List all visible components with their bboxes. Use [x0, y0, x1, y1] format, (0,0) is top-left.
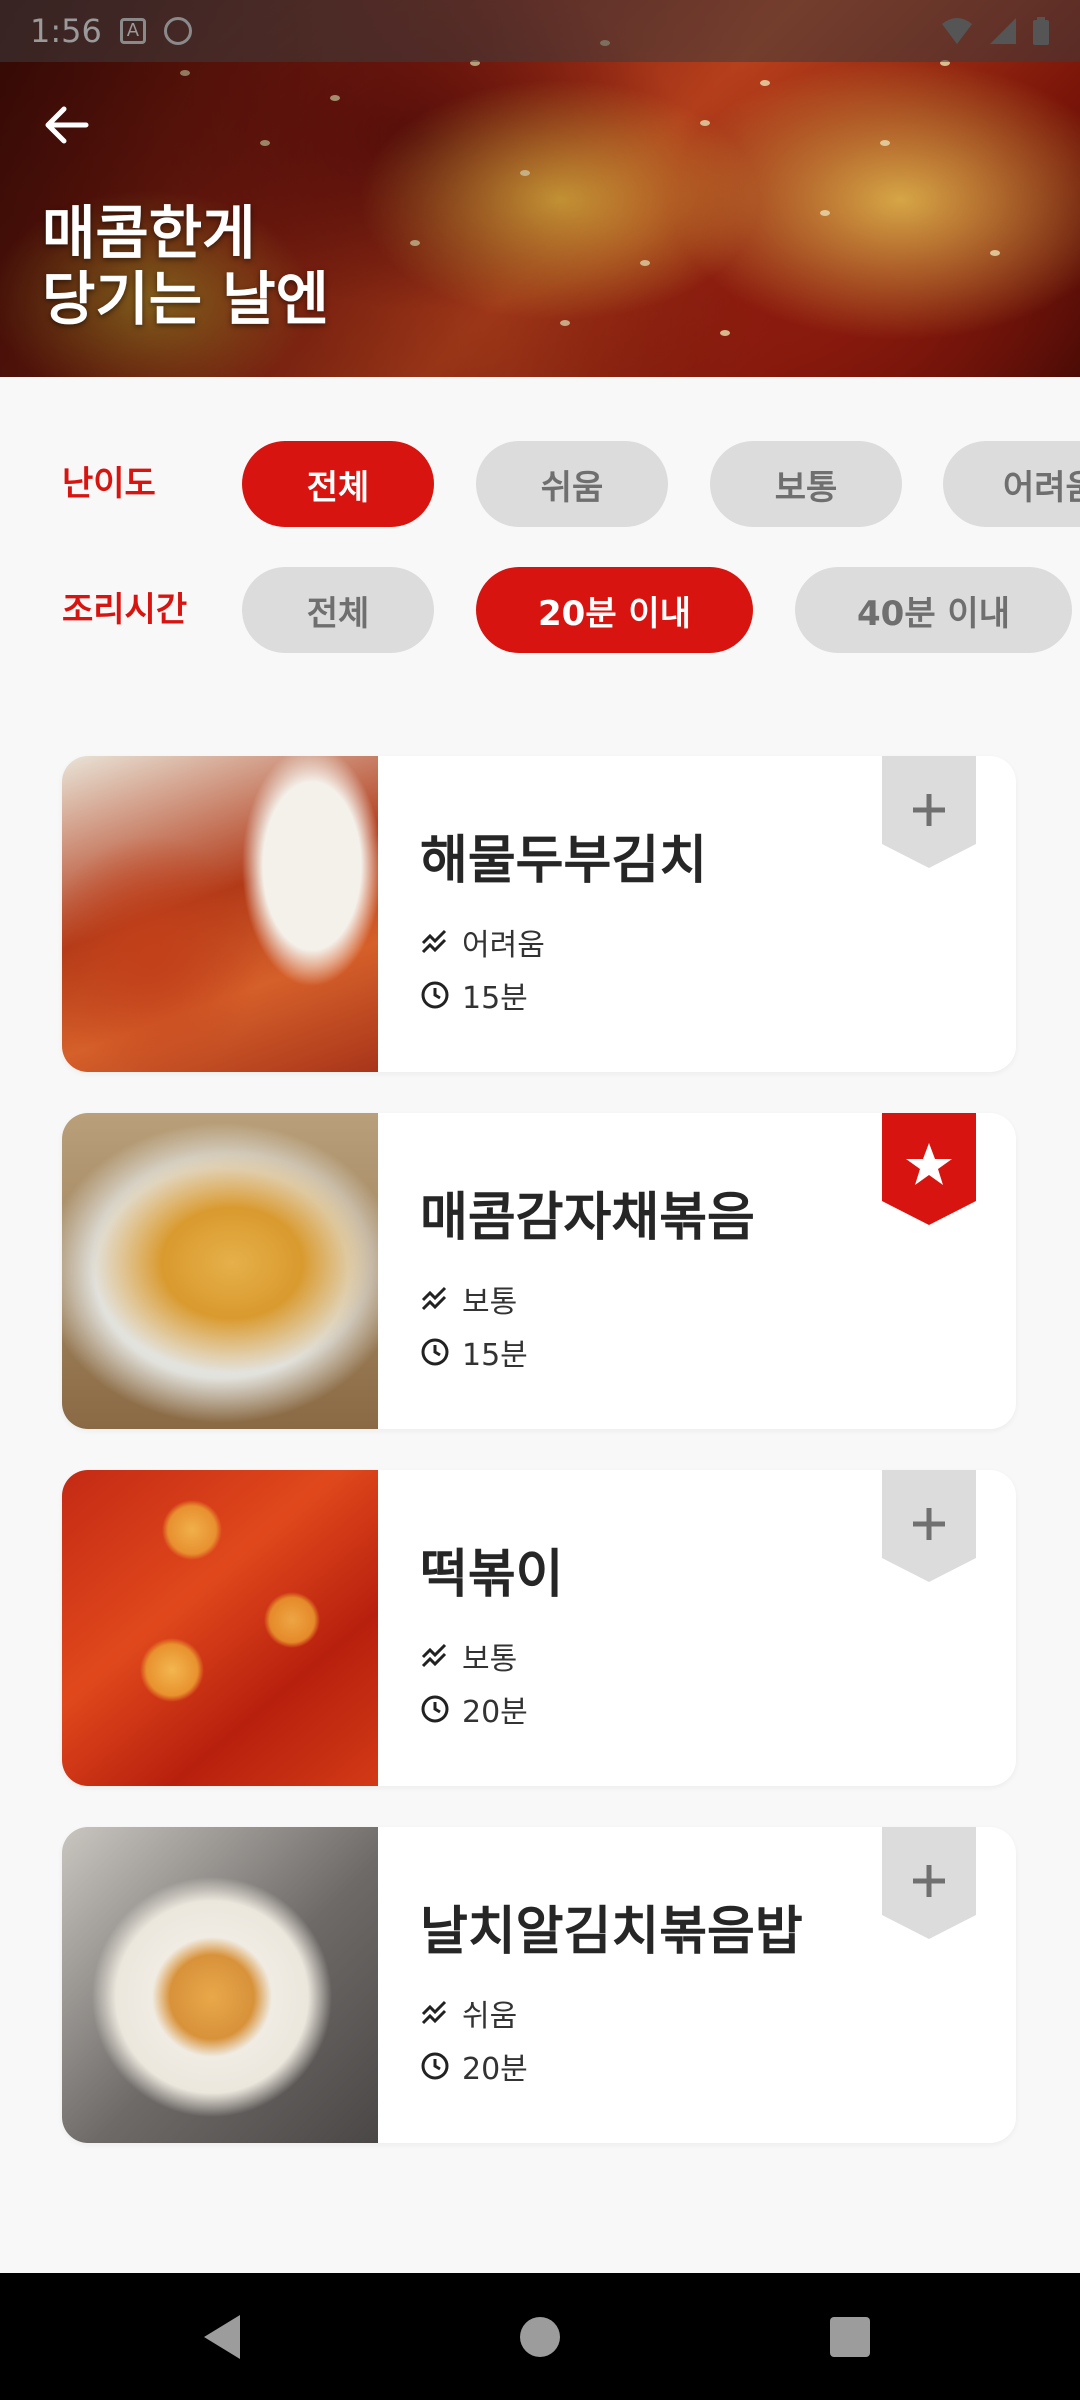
page-title-line2: 당기는 날엔 [42, 265, 329, 333]
trend-icon [421, 1643, 447, 1668]
cook-time-chip-20min[interactable]: 20분 이내 [476, 567, 753, 653]
recipe-time-text: 15분 [462, 1338, 528, 1373]
notification-a-icon: A [119, 18, 146, 44]
difficulty-filter-row: 난이도 전체 쉬움 보통 어려움 [0, 441, 1080, 527]
recipe-card[interactable]: 매콤감자채볶음 보통 15분 [62, 1113, 1016, 1429]
recipe-list-screen: 1:56 A 매콤한게 당기는 날엔 난이도 전체 쉬움 보통 어려움 조리시간… [0, 0, 1080, 2400]
clock-icon [421, 1338, 449, 1366]
recipe-time: 15분 [420, 973, 528, 1017]
recipe-difficulty-text: 보통 [462, 1285, 518, 1320]
recipe-time: 15분 [420, 1330, 528, 1374]
difficulty-chip-all[interactable]: 전체 [242, 441, 434, 527]
signal-icon [990, 18, 1016, 44]
system-navigation-bar [0, 2273, 1080, 2400]
recipe-title: 매콤감자채볶음 [420, 1188, 755, 1248]
bookmark-add-button[interactable] [882, 1470, 976, 1582]
recipe-title: 해물두부김치 [420, 831, 708, 891]
recipe-card[interactable]: 해물두부김치 어려움 15분 [62, 756, 1016, 1072]
recipe-thumbnail-image [62, 756, 378, 1072]
clock-icon [421, 981, 449, 1009]
recipe-difficulty: 쉬움 [420, 1991, 517, 2035]
recipe-difficulty: 보통 [420, 1277, 517, 1321]
recipe-card[interactable]: 떡볶이 보통 20분 [62, 1470, 1016, 1786]
clock-icon [421, 1695, 449, 1723]
bookmark-add-button[interactable] [882, 756, 976, 868]
bookmark-remove-button[interactable] [882, 1113, 976, 1225]
nav-back-icon[interactable] [196, 2309, 252, 2365]
cook-time-filter-row: 조리시간 전체 20분 이내 40분 이내 [0, 567, 1080, 653]
recipe-time-text: 20분 [462, 2052, 528, 2087]
recipe-time-text: 15분 [462, 981, 528, 1016]
difficulty-filter-label: 난이도 [62, 464, 156, 504]
cook-time-chip-all[interactable]: 전체 [242, 567, 434, 653]
recipe-title: 떡볶이 [420, 1545, 564, 1605]
recipe-thumbnail-image [62, 1113, 378, 1429]
difficulty-chip-normal[interactable]: 보통 [710, 441, 902, 527]
recipe-difficulty-text: 보통 [462, 1642, 518, 1677]
back-button[interactable] [36, 95, 96, 155]
difficulty-chip-easy[interactable]: 쉬움 [476, 441, 668, 527]
recipe-time: 20분 [420, 1687, 528, 1731]
recipe-thumbnail-image [62, 1827, 378, 2143]
trend-icon [421, 1286, 447, 1311]
status-time: 1:56 [30, 12, 102, 50]
trend-icon [421, 2000, 447, 2025]
recipe-difficulty-text: 쉬움 [462, 1999, 518, 2034]
page-title: 매콤한게 당기는 날엔 [42, 200, 329, 332]
page-title-line1: 매콤한게 [42, 199, 256, 267]
status-bar: 1:56 A [0, 0, 1080, 62]
bookmark-add-button[interactable] [882, 1827, 976, 1939]
recipe-card[interactable]: 날치알김치볶음밥 쉬움 20분 [62, 1827, 1016, 2143]
recipe-time-text: 20분 [462, 1695, 528, 1730]
difficulty-chip-hard[interactable]: 어려움 [943, 441, 1080, 527]
nav-recents-icon[interactable] [822, 2309, 878, 2365]
recipe-difficulty: 어려움 [420, 920, 545, 964]
nav-home-icon[interactable] [512, 2309, 568, 2365]
recipe-thumbnail-image [62, 1470, 378, 1786]
battery-icon [1033, 17, 1049, 45]
recipe-difficulty-text: 어려움 [462, 928, 545, 963]
recipe-difficulty: 보통 [420, 1634, 517, 1678]
cook-time-chip-40min[interactable]: 40분 이내 [795, 567, 1072, 653]
cook-time-filter-label: 조리시간 [62, 590, 188, 630]
arrow-left-icon [45, 106, 89, 144]
trend-icon [421, 929, 447, 954]
clock-icon [421, 2052, 449, 2080]
notification-circle-icon [163, 17, 192, 45]
recipe-time: 20분 [420, 2044, 528, 2088]
wifi-icon [942, 18, 972, 44]
recipe-title: 날치알김치볶음밥 [420, 1902, 803, 1962]
